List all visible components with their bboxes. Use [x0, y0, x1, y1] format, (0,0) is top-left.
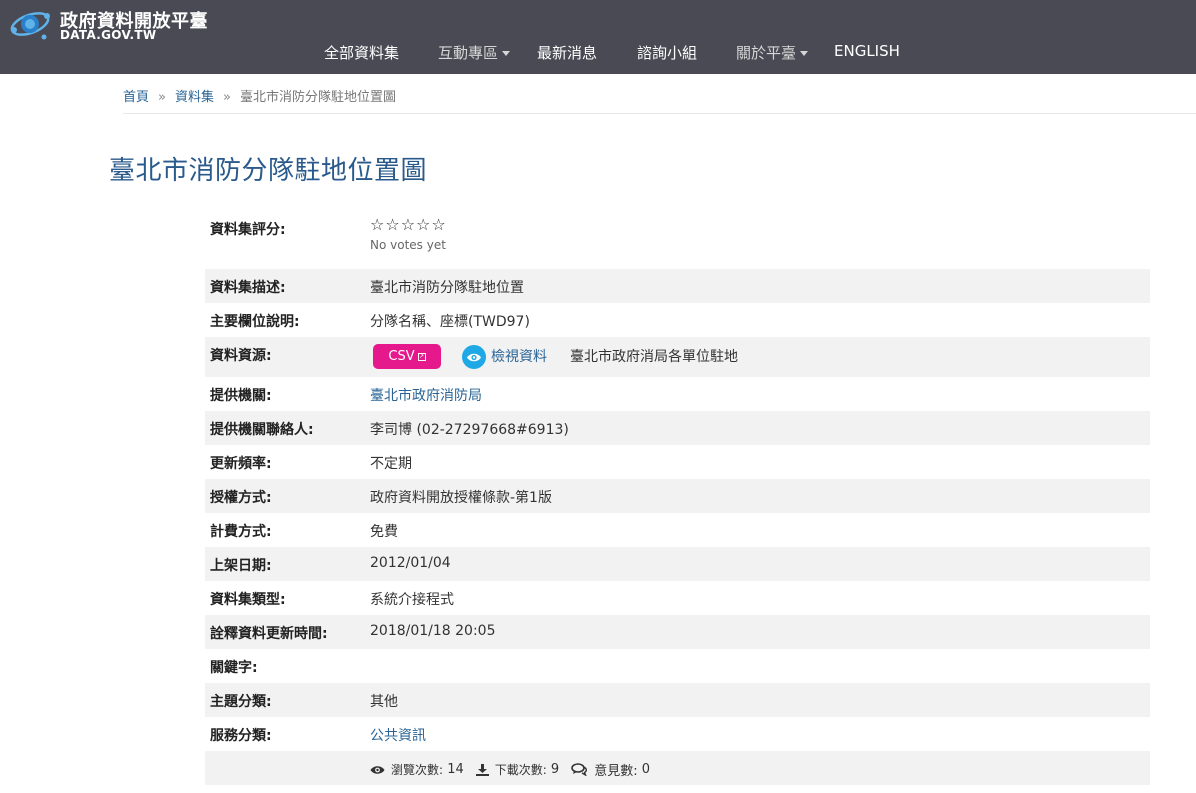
downloads-count: 9	[550, 762, 560, 777]
row-published: 上架日期: 2012/01/04	[205, 547, 1150, 581]
field-value: 不定期	[370, 456, 412, 472]
nav-label: 全部資料集	[324, 44, 400, 62]
row-frequency: 更新頻率: 不定期	[205, 445, 1150, 479]
row-meta-updated: 詮釋資料更新時間: 2018/01/18 20:05	[205, 615, 1150, 649]
eye-icon[interactable]	[462, 345, 486, 369]
field-label: 更新頻率:	[210, 456, 272, 472]
field-value: 免費	[370, 524, 398, 540]
nav-about[interactable]: 關於平臺	[736, 42, 809, 63]
csv-label: CSV	[388, 349, 415, 364]
view-data-link[interactable]: 檢視資料	[491, 346, 547, 366]
field-label: 詮釋資料更新時間:	[210, 626, 328, 642]
row-resource: 資料資源: CSV ↗ 檢視資料 臺北市政府消局各單位駐地	[205, 337, 1150, 377]
nav-label: 互動專區	[438, 44, 499, 62]
row-main-fields: 主要欄位說明: 分隊名稱、座標(TWD97)	[205, 303, 1150, 337]
provider-link[interactable]: 臺北市政府消防局	[370, 385, 482, 405]
field-value: 政府資料開放授權條款-第1版	[370, 490, 552, 506]
page-title: 臺北市消防分隊駐地位置圖	[109, 156, 428, 186]
nav-advisory[interactable]: 諮詢小組	[637, 42, 697, 63]
logo-subtitle: DATA.GOV.TW	[60, 28, 157, 42]
field-label: 關鍵字:	[210, 660, 258, 676]
site-logo[interactable]: 政府資料開放平臺 DATA.GOV.TW	[8, 4, 228, 44]
field-label: 服務分類:	[210, 728, 272, 744]
row-rating: 資料集評分: ☆☆☆☆☆ No votes yet	[205, 210, 1150, 262]
field-value: 2018/01/18 20:05	[370, 623, 496, 639]
downloads-stat: 下載次數: 9	[475, 761, 560, 778]
service-link[interactable]: 公共資訊	[370, 725, 426, 745]
field-value: 其他	[370, 694, 398, 710]
row-stats: 瀏覽次數: 14 下載次數: 9 意見數: 0	[205, 751, 1150, 785]
field-label: 主要欄位說明:	[210, 314, 300, 330]
row-contact: 提供機關聯絡人: 李司博 (02-27297668#6913)	[205, 411, 1150, 445]
field-label: 資料集描述:	[210, 280, 286, 296]
downloads-label: 下載次數:	[494, 763, 547, 777]
external-link-icon: ↗	[417, 352, 426, 361]
field-label: 授權方式:	[210, 490, 272, 506]
field-value: 李司博 (02-27297668#6913)	[370, 422, 569, 438]
nav-all-datasets[interactable]: 全部資料集	[324, 42, 399, 63]
logo-icon	[10, 12, 50, 40]
nav-news[interactable]: 最新消息	[537, 42, 597, 63]
row-provider: 提供機關: 臺北市政府消防局	[205, 377, 1150, 411]
dataset-stats: 瀏覽次數: 14 下載次數: 9 意見數: 0	[370, 760, 662, 779]
breadcrumb-separator: »	[158, 90, 166, 105]
field-label: 主題分類:	[210, 694, 272, 710]
field-value: 2012/01/04	[370, 555, 451, 571]
nav-label: 諮詢小組	[637, 44, 698, 62]
views-count: 14	[447, 762, 464, 777]
field-label: 提供機關:	[210, 388, 272, 404]
divider	[123, 113, 1196, 114]
row-type: 資料集類型: 系統介接程式	[205, 581, 1150, 615]
comments-icon	[571, 763, 588, 776]
row-service: 服務分類: 公共資訊	[205, 717, 1150, 751]
row-license: 授權方式: 政府資料開放授權條款-第1版	[205, 479, 1150, 513]
row-category: 主題分類: 其他	[205, 683, 1150, 717]
field-label: 資料集評分:	[210, 222, 286, 238]
nav-label: 關於平臺	[736, 44, 797, 62]
caret-down-icon	[502, 51, 511, 56]
caret-down-icon	[800, 51, 809, 56]
rating-stars[interactable]: ☆☆☆☆☆	[370, 215, 447, 234]
field-value: 系統介接程式	[370, 592, 454, 608]
rating-votes: No votes yet	[370, 238, 446, 252]
comments-stat: 意見數: 0	[571, 760, 650, 779]
eye-icon	[370, 765, 385, 774]
field-label: 提供機關聯絡人:	[210, 422, 314, 438]
views-stat: 瀏覽次數: 14	[370, 761, 464, 778]
views-label: 瀏覽次數:	[391, 763, 444, 777]
comments-count: 0	[641, 762, 651, 777]
nav-interactive[interactable]: 互動專區	[438, 42, 511, 63]
field-value: 分隊名稱、座標(TWD97)	[370, 314, 530, 330]
resource-description: 臺北市政府消局各單位駐地	[570, 349, 738, 365]
top-header: 政府資料開放平臺 DATA.GOV.TW 全部資料集 互動專區 最新消息 諮詢小…	[0, 0, 1196, 74]
breadcrumb-current: 臺北市消防分隊駐地位置圖	[239, 90, 396, 105]
breadcrumb-datasets[interactable]: 資料集	[175, 90, 214, 105]
nav-label: 最新消息	[537, 44, 598, 62]
field-label: 計費方式:	[210, 524, 272, 540]
field-value: 臺北市消防分隊駐地位置	[370, 280, 524, 296]
nav-label: ENGLISH	[834, 42, 900, 60]
breadcrumb-home[interactable]: 首頁	[123, 90, 149, 105]
row-description: 資料集描述: 臺北市消防分隊駐地位置	[205, 269, 1150, 303]
nav-english[interactable]: ENGLISH	[834, 42, 900, 60]
comments-label: 意見數:	[594, 764, 638, 779]
field-label: 資料集類型:	[210, 592, 286, 608]
row-keywords: 關鍵字:	[205, 649, 1150, 683]
field-label: 資料資源:	[210, 348, 272, 364]
download-icon	[475, 763, 489, 776]
row-fee: 計費方式: 免費	[205, 513, 1150, 547]
csv-download-button[interactable]: CSV ↗	[373, 344, 441, 369]
field-label: 上架日期:	[210, 558, 272, 574]
breadcrumb: 首頁 » 資料集 » 臺北市消防分隊駐地位置圖	[123, 86, 396, 105]
breadcrumb-separator: »	[223, 90, 231, 105]
